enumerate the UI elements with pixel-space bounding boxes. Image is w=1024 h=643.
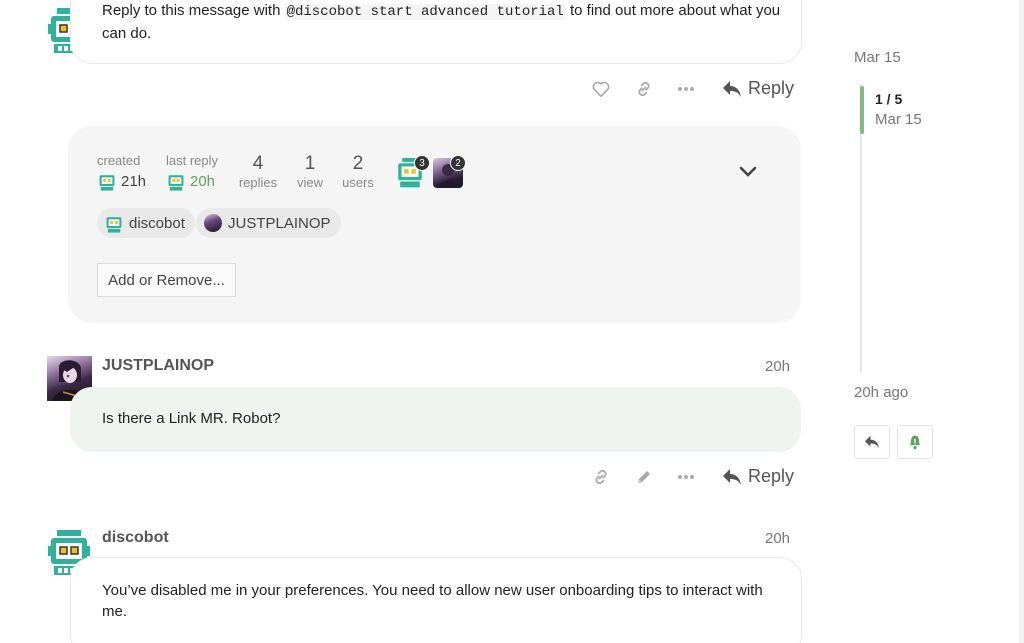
post3-username[interactable]: discobot xyxy=(102,529,169,547)
add-or-remove-button[interactable]: Add or Remove... xyxy=(97,263,236,297)
views-count: 1 xyxy=(304,153,316,174)
post1-reply-button[interactable]: Reply xyxy=(722,78,794,99)
timeline-start-date[interactable]: Mar 15 xyxy=(854,49,901,66)
views-stat: 1 view xyxy=(292,153,328,190)
last-reply-avatar[interactable] xyxy=(167,172,185,191)
copy-link-button[interactable] xyxy=(632,77,656,101)
page-scrollbar[interactable] xyxy=(1019,0,1024,643)
discobot-pill-avatar xyxy=(106,216,122,233)
replies-label: replies xyxy=(238,175,278,190)
users-label: users xyxy=(342,175,374,190)
users-count: 2 xyxy=(352,153,364,174)
edit-button[interactable] xyxy=(632,465,656,489)
users-stat: 2 users xyxy=(340,153,376,190)
post1-code: @discobot start advanced tutorial xyxy=(284,4,566,20)
participant-pill-discobot[interactable]: discobot xyxy=(97,208,195,238)
participant2-post-count: 2 xyxy=(450,155,466,171)
reply-icon xyxy=(723,80,741,97)
post2-username[interactable]: JUSTPLAINOP xyxy=(102,357,214,375)
pencil-icon xyxy=(638,471,650,483)
participant-pill-justplainop[interactable]: JUSTPLAINOP xyxy=(196,208,341,238)
participant1-post-count: 3 xyxy=(414,155,430,171)
replies-count: 4 xyxy=(252,153,264,174)
created-label: created xyxy=(97,153,141,168)
created-avatar[interactable] xyxy=(98,172,116,191)
timeline-handle[interactable] xyxy=(860,86,864,134)
like-button[interactable] xyxy=(589,77,613,101)
post2-text: Is there a Link MR. Robot? xyxy=(102,410,281,427)
post2-date[interactable]: 20h xyxy=(765,358,790,375)
timeline-position-date: Mar 15 xyxy=(875,111,922,128)
copy-link-button[interactable] xyxy=(589,465,613,489)
created-value: 21h xyxy=(121,173,147,190)
chevron-down-icon xyxy=(739,166,757,177)
link-icon xyxy=(595,469,607,485)
ellipsis-icon xyxy=(678,475,694,479)
link-icon xyxy=(638,81,650,97)
reply-icon xyxy=(723,468,741,485)
timeline-notifications-button[interactable] xyxy=(897,425,933,459)
ellipsis-icon xyxy=(678,87,694,91)
views-label: view xyxy=(296,175,323,190)
reply-icon xyxy=(865,435,879,449)
last-reply-value: 20h xyxy=(190,173,216,190)
post3-text: You’ve disabled me in your preferences. … xyxy=(102,582,763,620)
justplainop-pill-avatar xyxy=(204,214,222,232)
timeline-position: 1 / 5 xyxy=(875,91,903,107)
more-actions-button[interactable] xyxy=(674,465,698,489)
last-reply-label: last reply xyxy=(166,153,219,168)
expand-summary-button[interactable] xyxy=(736,162,760,182)
timeline-end-label[interactable]: 20h ago xyxy=(854,384,908,401)
bell-icon xyxy=(910,435,920,450)
post2-reply-button[interactable]: Reply xyxy=(722,466,794,487)
post1-text: Reply to this message with @discobot sta… xyxy=(102,2,781,42)
post3-date[interactable]: 20h xyxy=(765,530,790,547)
heart-icon xyxy=(592,81,610,97)
timeline-reply-button[interactable] xyxy=(854,425,890,459)
replies-stat: 4 replies xyxy=(236,153,280,190)
more-actions-button[interactable] xyxy=(674,77,698,101)
